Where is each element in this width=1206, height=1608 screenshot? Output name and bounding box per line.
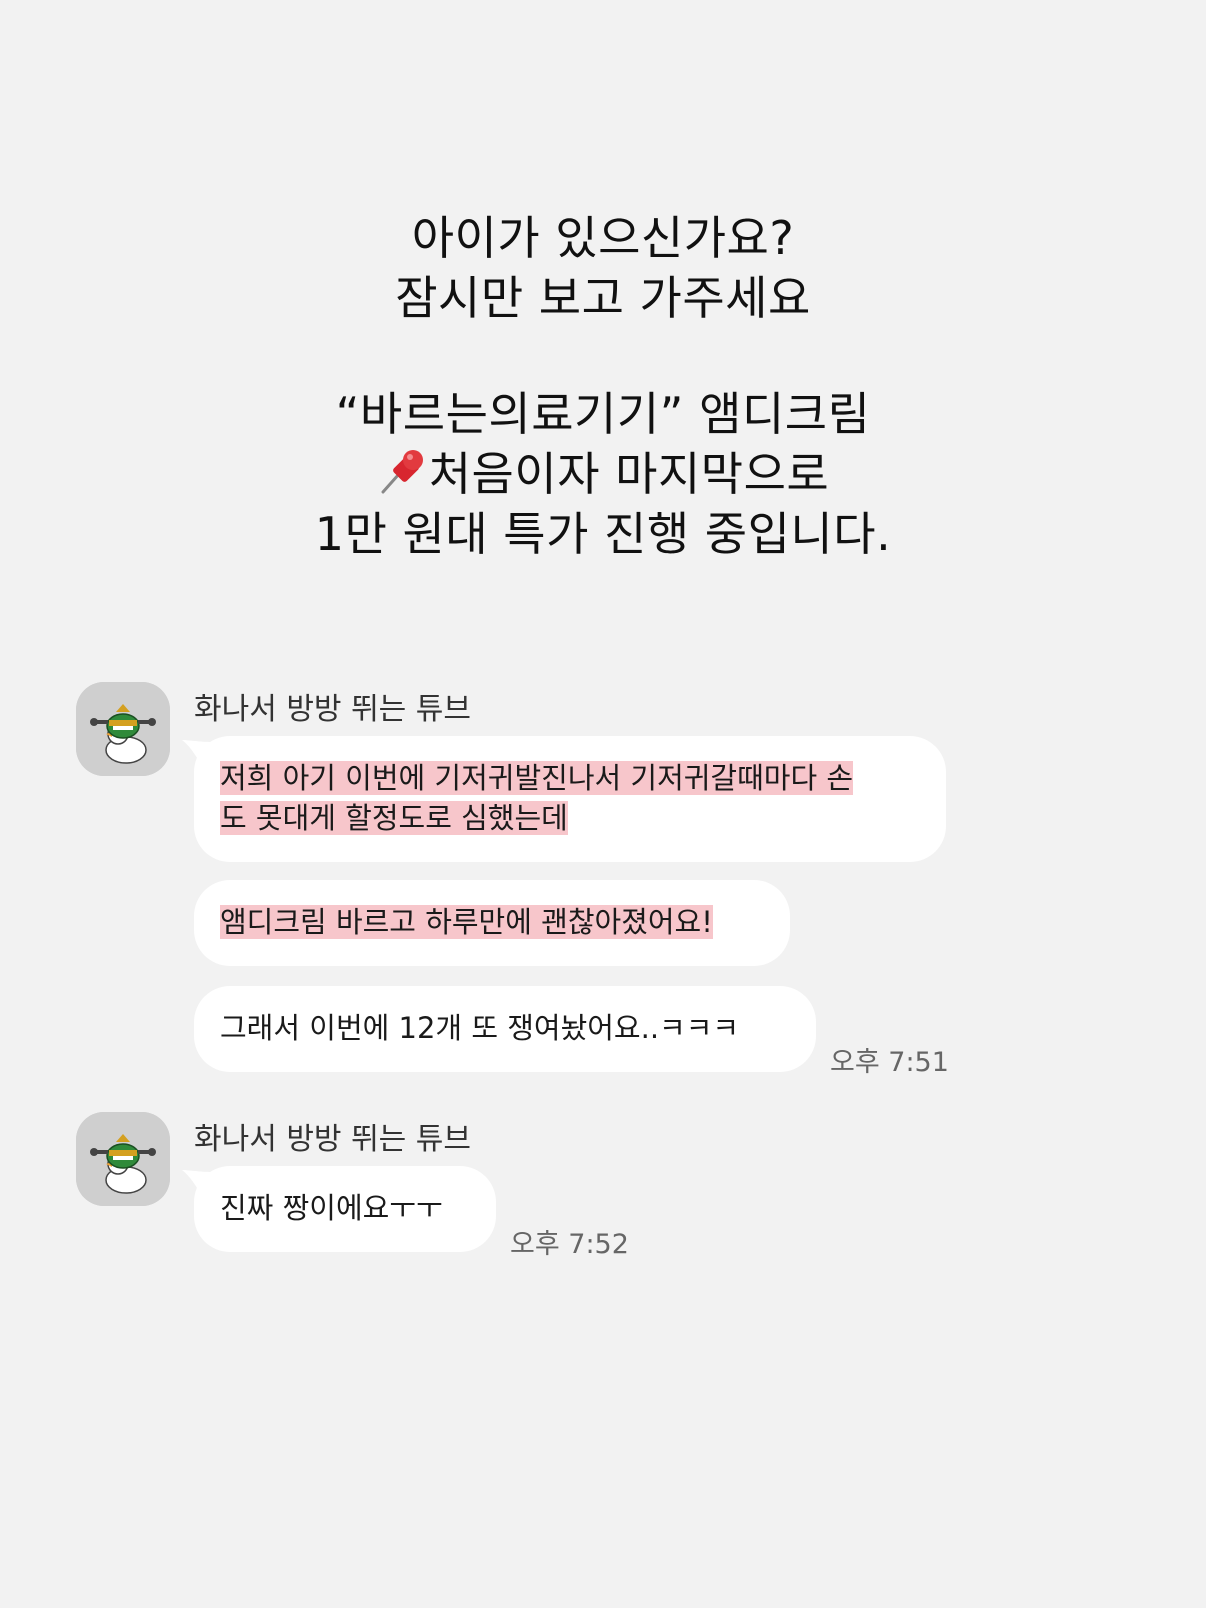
message-bubble[interactable]: 진짜 짱이에요ㅜㅜ: [182, 1166, 496, 1252]
headline-line-2: 잠시만 보고 가주세요: [395, 271, 811, 325]
message-timestamp: 오후 7:52: [510, 1229, 629, 1260]
duck-character-icon: [76, 1112, 170, 1206]
headline-line-5: 1만 원대 특가 진행 중입니다.: [314, 507, 892, 561]
message-timestamp: 오후 7:51: [830, 1047, 949, 1078]
headline-spacer: [0, 328, 1206, 384]
headline-line-4: 처음이자 마지막으로: [428, 447, 830, 501]
message-text: 그래서 이번에 12개 또 쟁여놨어요..ㅋㅋㅋ: [220, 1011, 740, 1045]
message-text: 진짜 짱이에요ㅜㅜ: [220, 1191, 443, 1225]
sender-name: 화나서 방방 뛰는 튜브: [194, 1122, 472, 1157]
bubble-tail: [182, 1170, 212, 1196]
avatar[interactable]: [76, 682, 170, 776]
sender-name: 화나서 방방 뛰는 튜브: [194, 692, 472, 727]
duck-character-icon: [76, 682, 170, 776]
avatar[interactable]: [76, 1112, 170, 1206]
message-bubble[interactable]: 그래서 이번에 12개 또 쟁여놨어요..ㅋㅋㅋ: [194, 986, 816, 1072]
message-bubble[interactable]: 저희 아기 이번에 기저귀발진나서 기저귀갈때마다 손 도 못대게 할정도로 심…: [182, 736, 946, 862]
bubble-tail: [182, 740, 212, 766]
headline-line-1: 아이가 있으신가요?: [411, 211, 795, 265]
headline-line-3: “바르는의료기기” 앰디크림: [335, 387, 871, 441]
message-text: 저희 아기 이번에 기저귀발진나서 기저귀갈때마다 손: [220, 761, 854, 795]
message-text: 앰디크림 바르고 하루만에 괜찮아졌어요!: [220, 905, 713, 939]
message-text: 도 못대게 할정도로 심했는데: [220, 801, 568, 835]
headline-line-4-row: 처음이자 마지막으로: [0, 444, 1206, 504]
message-bubble[interactable]: 앰디크림 바르고 하루만에 괜찮아졌어요!: [194, 880, 790, 966]
pushpin-icon: [377, 446, 427, 496]
headline: 아이가 있으신가요? 잠시만 보고 가주세요 “바르는의료기기” 앰디크림 처음…: [0, 208, 1206, 564]
